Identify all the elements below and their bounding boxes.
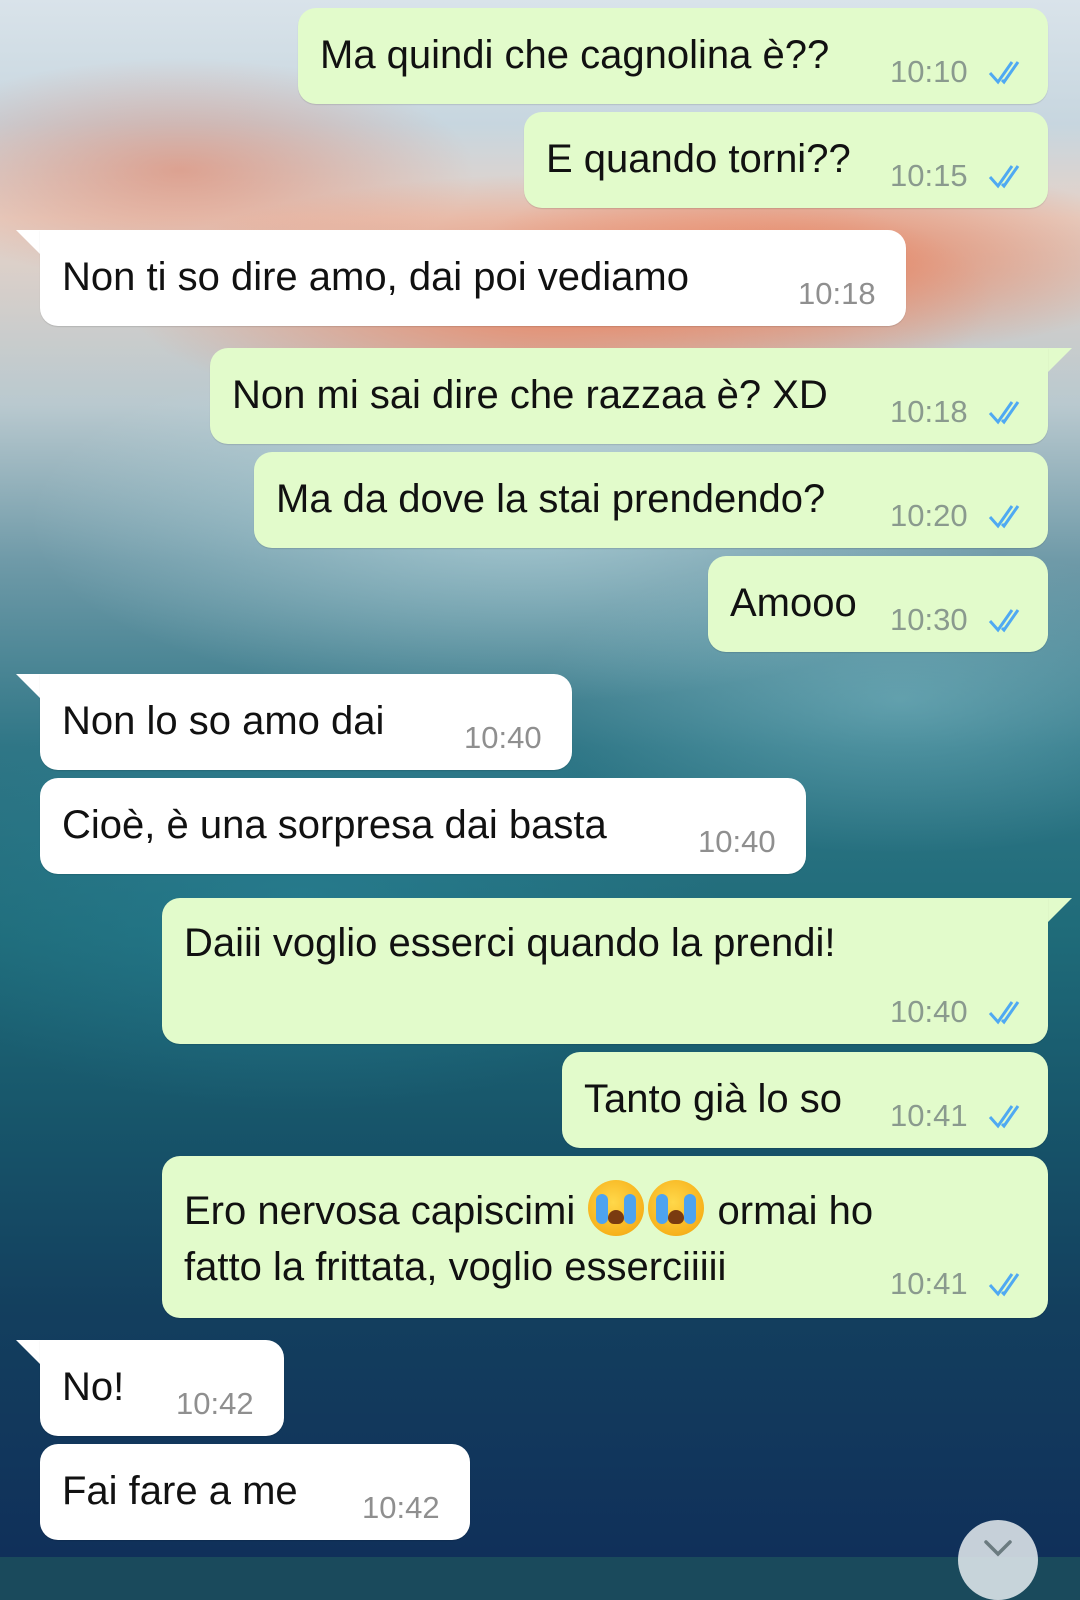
message-time: 10:20 <box>890 498 968 533</box>
message-bubble-incoming[interactable]: Cioè, è una sorpresa dai basta 10:40 <box>40 778 806 874</box>
message-time: 10:18 <box>890 394 968 429</box>
message-text: E quando torni?? <box>546 137 851 181</box>
message-time: 10:30 <box>890 602 968 637</box>
message-text: Cioè, è una sorpresa dai basta <box>62 803 607 847</box>
message-time: 10:40 <box>890 994 968 1029</box>
message-bubble-outgoing[interactable]: Non mi sai dire che razzaa è? XD 10:18 <box>210 348 1048 444</box>
read-receipt-icon <box>988 61 1020 85</box>
message-text: Amooo <box>730 581 857 625</box>
message-time: 10:40 <box>698 824 776 859</box>
message-text: Non mi sai dire che razzaa è? XD <box>232 373 828 417</box>
message-bubble-outgoing[interactable]: Ero nervosa capiscimi ormai ho fatto la … <box>162 1156 1048 1318</box>
message-text: Non lo so amo dai <box>62 699 385 743</box>
bubble-tail <box>16 230 42 256</box>
bubble-tail <box>16 674 42 700</box>
read-receipt-icon <box>988 165 1020 189</box>
message-bubble-outgoing[interactable]: E quando torni?? 10:15 <box>524 112 1048 208</box>
message-bubble-incoming[interactable]: Non ti so dire amo, dai poi vediamo 10:1… <box>40 230 906 326</box>
read-receipt-icon <box>988 505 1020 529</box>
message-bubble-outgoing[interactable]: Daiii voglio esserci quando la prendi! 1… <box>162 898 1048 1044</box>
message-time: 10:41 <box>890 1098 968 1133</box>
message-time: 10:10 <box>890 54 968 89</box>
message-bubble-outgoing[interactable]: Ma da dove la stai prendendo? 10:20 <box>254 452 1048 548</box>
message-text-line-2: fatto la frittata, voglio esserciiiii <box>184 1245 727 1289</box>
message-text: Ma da dove la stai prendendo? <box>276 477 826 521</box>
bubble-tail <box>16 1340 42 1366</box>
message-time: 10:42 <box>362 1490 440 1525</box>
message-text-part: ormai ho <box>717 1189 874 1233</box>
message-bubble-incoming[interactable]: No! 10:42 <box>40 1340 284 1436</box>
message-time: 10:18 <box>798 276 876 311</box>
message-bubble-outgoing[interactable]: Ma quindi che cagnolina è?? 10:10 <box>298 8 1048 104</box>
message-text: Non ti so dire amo, dai poi vediamo <box>62 255 689 299</box>
loudly-crying-face-icon <box>648 1180 705 1236</box>
read-receipt-icon <box>988 1273 1020 1297</box>
chevron-down-icon <box>984 1540 1012 1557</box>
message-text-line-1: Ero nervosa capiscimi ormai ho <box>184 1180 873 1240</box>
message-text: Ma quindi che cagnolina è?? <box>320 33 830 77</box>
message-bubble-incoming[interactable]: Fai fare a me 10:42 <box>40 1444 470 1540</box>
bubble-tail <box>1046 348 1072 374</box>
loudly-crying-face-icon <box>588 1180 645 1236</box>
message-text: Daiii voglio esserci quando la prendi! <box>184 921 836 965</box>
message-text: No! <box>62 1365 125 1409</box>
message-bubble-outgoing[interactable]: Tanto già lo so 10:41 <box>562 1052 1048 1148</box>
message-text: Fai fare a me <box>62 1469 298 1513</box>
message-time: 10:41 <box>890 1266 968 1301</box>
message-time: 10:42 <box>176 1386 254 1421</box>
read-receipt-icon <box>988 401 1020 425</box>
message-text-part: Ero nervosa capiscimi <box>184 1189 576 1233</box>
message-text: Tanto già lo so <box>584 1077 842 1121</box>
read-receipt-icon <box>988 609 1020 633</box>
read-receipt-icon <box>988 1001 1020 1025</box>
scroll-to-bottom-button[interactable] <box>958 1520 1038 1600</box>
bubble-tail <box>1046 898 1072 924</box>
message-time: 10:40 <box>464 720 542 755</box>
message-bubble-outgoing[interactable]: Amooo 10:30 <box>708 556 1048 652</box>
message-bubble-incoming[interactable]: Non lo so amo dai 10:40 <box>40 674 572 770</box>
message-time: 10:15 <box>890 158 968 193</box>
read-receipt-icon <box>988 1105 1020 1129</box>
